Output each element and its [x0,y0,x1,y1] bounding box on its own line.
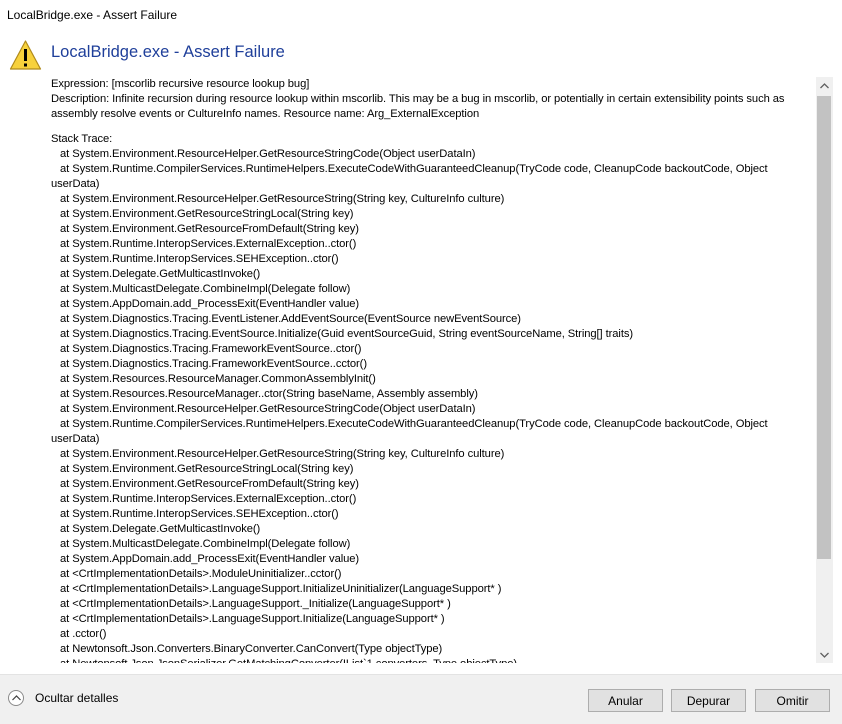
dialog-heading: LocalBridge.exe - Assert Failure [51,43,285,61]
stack-trace-line: at System.Environment.GetResourceStringL… [60,208,354,220]
ignore-button[interactable]: Omitir [755,689,830,712]
stack-trace-line: at System.Delegate.GetMulticastInvoke() [60,523,261,535]
stack-trace-line: at System.Environment.GetResourceFromDef… [60,223,359,235]
stack-trace-line: at System.Runtime.CompilerServices.Runti… [60,163,768,175]
stack-trace-line: at System.Runtime.CompilerServices.Runti… [60,418,768,430]
window-title: LocalBridge.exe - Assert Failure [7,8,178,22]
description-text: Description: Infinite recursion during r… [51,93,785,120]
stack-trace-line: at System.Environment.ResourceHelper.Get… [60,403,476,415]
warning-icon [9,39,42,72]
expression-text: Expression: [mscorlib recursive resource… [51,78,310,90]
stack-trace-line: at System.Diagnostics.Tracing.FrameworkE… [60,358,367,370]
stack-trace-line: at System.AppDomain.add_ProcessExit(Even… [60,553,360,565]
stack-trace-line: at System.Runtime.InteropServices.SEHExc… [60,508,339,520]
dialog-footer: Ocultar detalles Anular Depurar Omitir [0,674,842,724]
stack-trace-line: at System.Diagnostics.Tracing.FrameworkE… [60,343,362,355]
debug-button[interactable]: Depurar [671,689,746,712]
stack-trace-line: at Newtonsoft.Json.Converters.BinaryConv… [60,643,443,655]
stack-trace-line: at System.Runtime.InteropServices.Extern… [60,238,357,250]
stack-trace-line: at <CrtImplementationDetails>.ModuleUnin… [60,568,342,580]
details-text-area[interactable]: Expression: [mscorlib recursive resource… [51,77,816,663]
stack-trace-line: at System.Environment.ResourceHelper.Get… [60,148,476,160]
chevron-up-icon[interactable] [8,690,24,706]
stack-trace-line: at System.Environment.ResourceHelper.Get… [60,448,505,460]
stack-trace-line: at System.Delegate.GetMulticastInvoke() [60,268,261,280]
stack-trace-line: at System.Environment.GetResourceFromDef… [60,478,359,490]
stack-trace-line: userData) [51,178,100,190]
stack-trace-line: at Newtonsoft.Json.JsonSerializer.GetMat… [51,657,816,663]
abort-button[interactable]: Anular [588,689,663,712]
vertical-scrollbar[interactable] [816,77,833,663]
stack-trace-line: at System.Diagnostics.Tracing.EventListe… [60,313,521,325]
stack-trace-line: at System.Resources.ResourceManager..cto… [60,388,478,400]
stack-trace-label: Stack Trace: [51,133,113,145]
stack-trace-line: at System.AppDomain.add_ProcessExit(Even… [60,298,360,310]
stack-trace-line: at System.Resources.ResourceManager.Comm… [60,373,376,385]
stack-trace-line: at .cctor() [60,628,107,640]
scroll-down-arrow-icon[interactable] [816,646,833,663]
stack-trace-line: at System.Runtime.InteropServices.Extern… [60,493,357,505]
scrollbar-thumb[interactable] [817,96,831,559]
stack-trace-list: at System.Environment.ResourceHelper.Get… [51,147,816,663]
stack-trace-line: at <CrtImplementationDetails>.LanguageSu… [60,613,445,625]
stack-trace-line: at System.Environment.ResourceHelper.Get… [60,193,505,205]
stack-trace-line: at <CrtImplementationDetails>.LanguageSu… [60,598,451,610]
hide-details-label[interactable]: Ocultar detalles [35,691,118,705]
scroll-up-arrow-icon[interactable] [816,77,833,94]
hide-details-toggle[interactable]: Ocultar detalles [8,690,118,706]
stack-trace-line: at System.Runtime.InteropServices.SEHExc… [60,253,339,265]
stack-trace-line: at System.Environment.GetResourceStringL… [60,463,354,475]
title-bar: LocalBridge.exe - Assert Failure [0,0,842,32]
stack-trace-line: at System.MulticastDelegate.CombineImpl(… [60,283,351,295]
stack-trace-line: at System.Diagnostics.Tracing.EventSourc… [60,328,634,340]
stack-trace-line: at System.MulticastDelegate.CombineImpl(… [60,538,351,550]
stack-trace-line: at <CrtImplementationDetails>.LanguageSu… [60,583,502,595]
stack-trace-line: userData) [51,433,100,445]
